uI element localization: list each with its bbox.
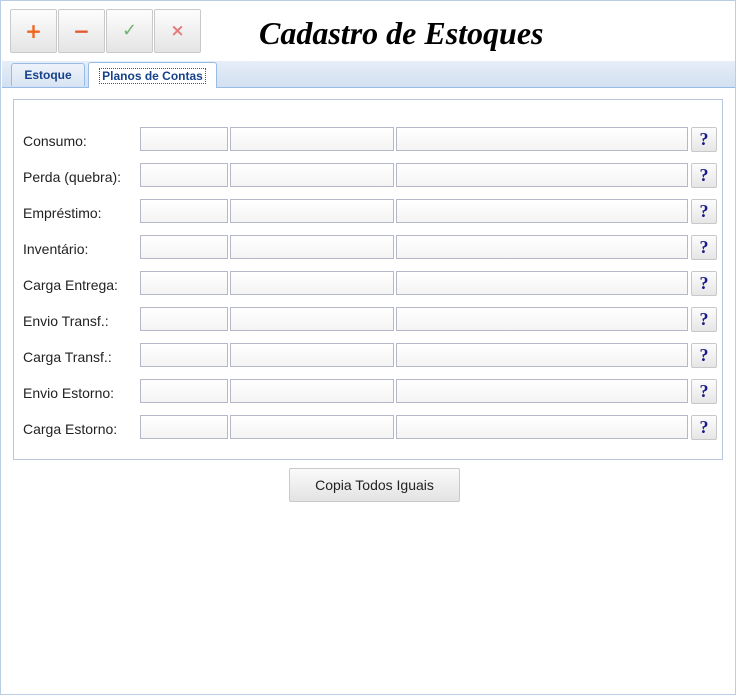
code-field[interactable] [140, 415, 228, 439]
description-field[interactable] [396, 307, 688, 331]
help-icon: ? [699, 273, 709, 293]
add-button[interactable]: + [10, 9, 57, 53]
tab-estoque[interactable]: Estoque [11, 63, 85, 86]
row-emprestimo: Empréstimo: ? [14, 199, 722, 227]
account-field[interactable] [230, 199, 394, 223]
row-envio-transf: Envio Transf.: ? [14, 307, 722, 335]
code-field[interactable] [140, 235, 228, 259]
help-icon: ? [699, 345, 709, 365]
code-field[interactable] [140, 199, 228, 223]
cancel-button[interactable]: × [154, 9, 201, 53]
lookup-button[interactable]: ? [691, 307, 717, 332]
account-field[interactable] [230, 379, 394, 403]
page-title: Cadastro de Estoques [259, 15, 544, 51]
tab-label: Planos de Contas [99, 67, 206, 84]
row-label: Carga Transf.: [23, 349, 112, 365]
help-icon: ? [699, 417, 709, 437]
help-icon: ? [699, 165, 709, 185]
check-icon: ✓ [121, 20, 138, 41]
help-icon: ? [699, 201, 709, 221]
code-field[interactable] [140, 379, 228, 403]
row-label: Envio Transf.: [23, 313, 109, 329]
accounts-panel: Consumo: ? Perda (quebra): ? Empréstimo:… [13, 99, 723, 460]
row-label: Carga Entrega: [23, 277, 118, 293]
code-field[interactable] [140, 307, 228, 331]
row-perda: Perda (quebra): ? [14, 163, 722, 191]
description-field[interactable] [396, 127, 688, 151]
lookup-button[interactable]: ? [691, 199, 717, 224]
account-field[interactable] [230, 127, 394, 151]
row-label: Empréstimo: [23, 205, 102, 221]
code-field[interactable] [140, 343, 228, 367]
help-icon: ? [699, 129, 709, 149]
plus-icon: + [25, 19, 42, 43]
description-field[interactable] [396, 271, 688, 295]
description-field[interactable] [396, 199, 688, 223]
lookup-button[interactable]: ? [691, 271, 717, 296]
help-icon: ? [699, 309, 709, 329]
account-field[interactable] [230, 307, 394, 331]
row-carga-transf: Carga Transf.: ? [14, 343, 722, 371]
row-inventario: Inventário: ? [14, 235, 722, 263]
description-field[interactable] [396, 235, 688, 259]
minus-icon: − [73, 19, 90, 43]
description-field[interactable] [396, 415, 688, 439]
account-field[interactable] [230, 235, 394, 259]
lookup-button[interactable]: ? [691, 379, 717, 404]
help-icon: ? [699, 381, 709, 401]
lookup-button[interactable]: ? [691, 127, 717, 152]
row-label: Inventário: [23, 241, 89, 257]
tab-label: Estoque [24, 68, 72, 82]
close-icon: × [170, 20, 185, 41]
tab-planos-de-contas[interactable]: Planos de Contas [88, 62, 217, 88]
description-field[interactable] [396, 343, 688, 367]
account-field[interactable] [230, 163, 394, 187]
remove-button[interactable]: − [58, 9, 105, 53]
lookup-button[interactable]: ? [691, 343, 717, 368]
row-consumo: Consumo: ? [14, 127, 722, 155]
description-field[interactable] [396, 379, 688, 403]
account-field[interactable] [230, 343, 394, 367]
help-icon: ? [699, 237, 709, 257]
row-label: Envio Estorno: [23, 385, 115, 401]
code-field[interactable] [140, 271, 228, 295]
row-label: Carga Estorno: [23, 421, 118, 437]
row-carga-estorno: Carga Estorno: ? [14, 415, 722, 443]
copy-button-label: Copia Todos Iguais [315, 477, 434, 493]
toolbar: + − ✓ × [10, 9, 202, 53]
copy-all-same-button[interactable]: Copia Todos Iguais [289, 468, 460, 502]
account-field[interactable] [230, 415, 394, 439]
code-field[interactable] [140, 163, 228, 187]
row-envio-estorno: Envio Estorno: ? [14, 379, 722, 407]
lookup-button[interactable]: ? [691, 415, 717, 440]
row-label: Perda (quebra): [23, 169, 122, 185]
window-frame: + − ✓ × Cadastro de Estoques Estoque Pla… [0, 0, 736, 695]
lookup-button[interactable]: ? [691, 163, 717, 188]
confirm-button[interactable]: ✓ [106, 9, 153, 53]
row-label: Consumo: [23, 133, 87, 149]
tab-bar: Estoque Planos de Contas [2, 61, 735, 88]
account-field[interactable] [230, 271, 394, 295]
row-carga-entrega: Carga Entrega: ? [14, 271, 722, 299]
lookup-button[interactable]: ? [691, 235, 717, 260]
description-field[interactable] [396, 163, 688, 187]
code-field[interactable] [140, 127, 228, 151]
